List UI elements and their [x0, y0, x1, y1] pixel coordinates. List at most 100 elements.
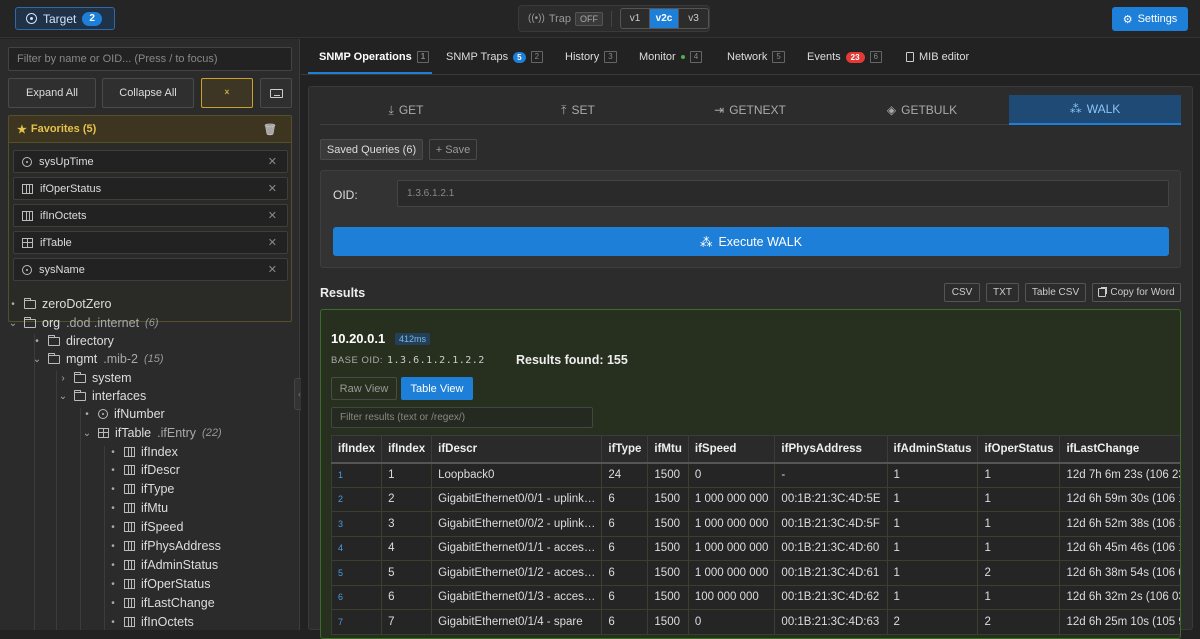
tab-history[interactable]: History 3 — [565, 51, 617, 63]
favorite-label: ifOperStatus — [40, 182, 102, 195]
tree-node-iftype[interactable]: • ifType — [108, 480, 174, 498]
tab-snmp-traps[interactable]: SNMP Traps 5 2 — [446, 51, 544, 63]
table-cell: 12d 6h 38m 54s (106 073 47… — [1059, 560, 1180, 586]
tree-node-zerodotzero[interactable]: • zeroDotZero — [8, 295, 111, 313]
target-button[interactable]: Target 2 — [15, 7, 115, 30]
column-header[interactable]: ifPhysAddress — [774, 435, 888, 464]
column-header[interactable]: ifDescr — [431, 435, 603, 464]
table-row[interactable]: 1 1 Loopback0 24 1500 0-1 1 12d 7h 6m 23s (106 … — [330, 462, 1180, 488]
column-header[interactable]: ifSpeed — [687, 435, 776, 464]
collapse-all-button[interactable]: Collapse All — [102, 78, 194, 108]
favorite-item-sysuptime[interactable]: sysUpTime ✕ — [13, 150, 288, 173]
tree-node-ifoperstatus[interactable]: • ifOperStatus — [108, 575, 210, 593]
tree-node-ifnumber[interactable]: • ifNumber — [82, 405, 164, 423]
table-cell[interactable]: 6 — [330, 584, 383, 610]
shortcut-key: 1 — [416, 51, 430, 63]
settings-button[interactable]: ⚙ Settings — [1112, 7, 1188, 31]
export-txt-button[interactable]: TXT — [986, 283, 1019, 302]
table-cell[interactable]: 2 — [330, 486, 383, 512]
version-v1-button[interactable]: v1 — [621, 9, 651, 28]
execute-walk-button[interactable]: ⁂ Execute WALK — [333, 227, 1169, 256]
column-header[interactable]: ifIndex — [381, 435, 433, 464]
trash-icon[interactable]: 🗑 — [263, 123, 277, 136]
tree-node-directory[interactable]: • directory — [32, 332, 114, 350]
tree-node-ifspeed[interactable]: • ifSpeed — [108, 518, 183, 536]
tree-node-ifindex[interactable]: • ifIndex — [108, 443, 178, 461]
expand-all-button[interactable]: Expand All — [8, 78, 96, 108]
favorite-item-ifinoctets[interactable]: ifInOctets ✕ — [13, 204, 288, 227]
remove-favorite-icon[interactable]: ✕ — [268, 155, 277, 168]
table-row[interactable]: 4 4 GigabitEthernet0/1/1 - acces… 6 1500 1 00… — [330, 535, 1180, 561]
table-row[interactable]: 6 6 GigabitEthernet0/1/3 - acces… 6 1500 100 … — [330, 584, 1180, 610]
chevron-down-icon[interactable]: ⌄ — [58, 391, 68, 402]
remove-favorite-icon[interactable]: ✕ — [268, 263, 277, 276]
tree-node-ifphysaddress[interactable]: • ifPhysAddress — [108, 537, 221, 555]
chevron-down-icon[interactable]: ⌄ — [32, 354, 42, 365]
result-card: 10.20.0.1 412ms BASE OID: 1.3.6.1.2.1.2.2… — [320, 309, 1181, 639]
export-table-csv-button[interactable]: Table CSV — [1025, 283, 1086, 302]
trap-toggle[interactable]: ((•)) Trap OFF — [528, 11, 604, 26]
table-cell[interactable]: 7 — [330, 609, 383, 635]
table-cell[interactable]: 5 — [330, 560, 383, 586]
table-row[interactable]: 2 2 GigabitEthernet0/0/1 - uplink… 6 1500 1 0… — [330, 486, 1180, 512]
column-header[interactable]: ifLastChange — [1059, 435, 1180, 464]
table-cell[interactable]: 1 — [330, 462, 383, 488]
tree-node-iftable[interactable]: ⌄ ifTable .ifEntry (22) — [82, 424, 222, 442]
favorite-item-ifoperstatus[interactable]: ifOperStatus ✕ — [13, 177, 288, 200]
tab-network[interactable]: Network 5 — [727, 51, 785, 63]
table-cell: 2 — [886, 609, 979, 635]
tab-snmp-operations[interactable]: SNMP Operations 1 — [319, 51, 430, 63]
tree-node-ifinoctets[interactable]: • ifInOctets — [108, 613, 194, 631]
favorite-item-iftable[interactable]: ifTable ✕ — [13, 231, 288, 254]
table-cell: 2 — [977, 560, 1061, 586]
tree-child-count: (15) — [143, 353, 164, 365]
tab-monitor[interactable]: Monitor 4 — [639, 51, 703, 63]
tree-node-interfaces[interactable]: ⌄ interfaces — [58, 387, 146, 405]
export-csv-button[interactable]: CSV — [944, 283, 980, 302]
table-row[interactable]: 3 3 GigabitEthernet0/0/2 - uplink… 6 1500 1 0… — [330, 511, 1180, 537]
column-header[interactable]: ifIndex — [330, 435, 383, 464]
copy-for-word-button[interactable]: Copy for Word — [1092, 283, 1181, 302]
op-tab-get[interactable]: ⤓ GET — [320, 95, 492, 125]
table-row[interactable]: 5 5 GigabitEthernet0/1/2 - acces… 6 1500 1 00… — [330, 560, 1180, 586]
version-v3-button[interactable]: v3 — [679, 9, 708, 28]
column-header[interactable]: ifType — [601, 435, 649, 464]
table-cell[interactable]: 3 — [330, 511, 383, 537]
op-tab-set[interactable]: ⤒ SET — [492, 95, 664, 125]
table-cell[interactable]: 4 — [330, 535, 383, 561]
op-tab-walk[interactable]: ⁂ WALK — [1009, 95, 1181, 125]
op-tab-getnext[interactable]: ⇥ GETNEXT — [664, 95, 836, 125]
tree-node-mgmt[interactable]: ⌄ mgmt .mib-2 (15) — [32, 350, 164, 368]
tree-node-ifdescr[interactable]: • ifDescr — [108, 461, 180, 479]
oid-input[interactable]: 1.3.6.1.2.1 — [397, 180, 1169, 207]
chevron-down-icon[interactable]: ⌄ — [8, 318, 18, 329]
remove-favorite-icon[interactable]: ✕ — [268, 182, 277, 195]
keyboard-shortcuts-button[interactable] — [260, 78, 292, 108]
tree-node-system[interactable]: › system — [58, 369, 131, 387]
mib-filter-input[interactable]: Filter by name or OID... (Press / to foc… — [8, 47, 292, 71]
tree-node-ifmtu[interactable]: • ifMtu — [108, 499, 168, 517]
collapse-to-selection-button[interactable]: ⌄ ⌃ — [201, 78, 253, 108]
table-view-button[interactable]: Table View — [401, 377, 473, 400]
remove-favorite-icon[interactable]: ✕ — [268, 209, 277, 222]
chevron-right-icon[interactable]: › — [58, 373, 68, 384]
op-tab-getbulk[interactable]: ◈ GETBULK — [836, 95, 1008, 125]
column-header[interactable]: ifAdminStatus — [886, 435, 979, 464]
favorite-item-sysname[interactable]: sysName ✕ — [13, 258, 288, 281]
column-header[interactable]: ifOperStatus — [977, 435, 1061, 464]
version-v2c-button[interactable]: v2c — [650, 9, 680, 28]
tab-events[interactable]: Events 23 6 — [807, 51, 882, 63]
shortcut-key: 4 — [689, 51, 703, 63]
save-query-button[interactable]: + Save — [429, 139, 477, 160]
saved-queries-button[interactable]: Saved Queries (6) — [320, 139, 423, 160]
raw-view-button[interactable]: Raw View — [331, 377, 397, 400]
column-header[interactable]: ifMtu — [647, 435, 689, 464]
tree-node-org[interactable]: ⌄ org .dod .internet (6) — [8, 314, 159, 332]
results-filter-input[interactable]: Filter results (text or /regex/) — [331, 407, 593, 428]
tree-node-iflastchange[interactable]: • ifLastChange — [108, 594, 214, 612]
remove-favorite-icon[interactable]: ✕ — [268, 236, 277, 249]
table-row[interactable]: 7 7 GigabitEthernet0/1/4 - spare 6 1500 0 00:1… — [330, 609, 1180, 635]
tab-mib-editor[interactable]: MIB editor — [906, 51, 969, 63]
tree-node-ifadminstatus[interactable]: • ifAdminStatus — [108, 556, 218, 574]
chevron-down-icon[interactable]: ⌄ — [82, 428, 92, 439]
